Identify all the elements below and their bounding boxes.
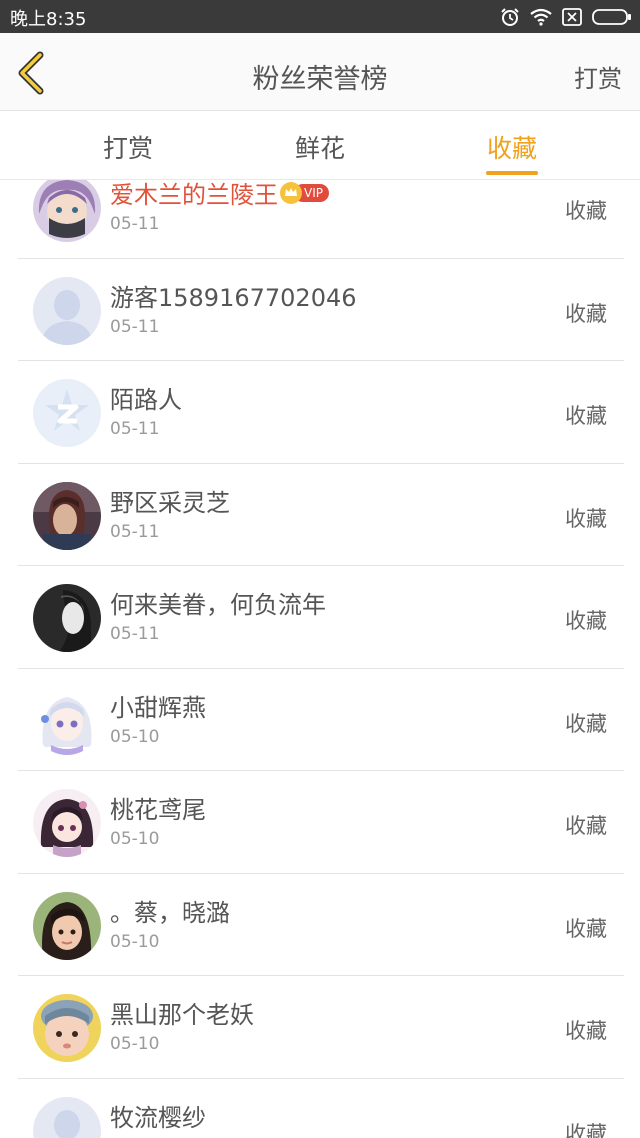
list-item[interactable]: 野区采灵芝 05-11 收藏 xyxy=(0,464,640,566)
list-item-date: 05-10 xyxy=(110,726,160,747)
status-time: 晚上8:35 xyxy=(10,9,87,30)
list-item[interactable]: 黑山那个老妖 05-10 收藏 xyxy=(0,976,640,1079)
avatar[interactable] xyxy=(33,481,101,550)
list-item-action: 收藏 xyxy=(565,609,607,633)
user-name: 。蔡，晓潞 xyxy=(110,898,230,927)
list-item-action: 收藏 xyxy=(565,1019,607,1043)
list-item[interactable]: 陌路人 05-11 收藏 xyxy=(0,361,640,464)
monochrome-portrait-avatar-icon xyxy=(33,584,101,652)
avatar[interactable] xyxy=(33,1096,101,1138)
crown-icon xyxy=(280,182,302,204)
default-user-avatar-icon xyxy=(33,1096,101,1138)
anime-girl-avatar-icon xyxy=(33,686,101,755)
user-name: 游客1589167702046 xyxy=(110,283,357,312)
list-item-action: 收藏 xyxy=(565,1121,607,1138)
list-item[interactable]: 游客1589167702046 05-11 收藏 xyxy=(0,259,640,361)
vip-badge: VIP xyxy=(280,182,329,204)
list-item-date: 05-11 xyxy=(110,419,160,439)
status-icons xyxy=(500,6,632,28)
no-sim-icon xyxy=(562,8,582,26)
nav-bar: 粉丝荣誉榜 打赏 xyxy=(0,33,640,111)
tab-favorites[interactable]: 收藏 xyxy=(487,129,537,165)
list-item-action: 收藏 xyxy=(565,506,607,531)
status-bar: 晚上8:35 xyxy=(0,0,640,33)
list-item-action: 收藏 xyxy=(565,199,607,223)
avatar[interactable] xyxy=(33,789,101,857)
list-item[interactable]: 牧流樱纱 收藏 xyxy=(0,1079,640,1138)
tab-reward[interactable]: 打赏 xyxy=(103,129,153,165)
alarm-icon xyxy=(500,7,520,27)
list-item-action: 收藏 xyxy=(565,814,607,838)
user-name: 何来美眷，何负流年 xyxy=(110,591,326,619)
list-item-action: 收藏 xyxy=(565,711,607,736)
avatar[interactable] xyxy=(33,276,101,345)
avatar[interactable] xyxy=(33,379,101,447)
list-item[interactable]: 。蔡，晓潞 05-10 收藏 xyxy=(0,874,640,976)
qq-logo-avatar-icon xyxy=(33,379,101,447)
page-title: 粉丝荣誉榜 xyxy=(252,64,388,95)
avatar[interactable] xyxy=(33,180,101,242)
user-name-text: 爱木兰的兰陵王 xyxy=(110,181,278,209)
tab-flowers[interactable]: 鲜花 xyxy=(295,129,345,165)
list-item-date: 05-11 xyxy=(110,214,160,234)
purple-hair-masked-avatar-icon xyxy=(33,180,101,242)
list-item-date: 05-11 xyxy=(110,521,160,542)
selfie-avatar-icon xyxy=(33,891,101,960)
user-name: 野区采灵芝 xyxy=(110,488,230,517)
avatar[interactable] xyxy=(33,891,101,960)
game-character-avatar-icon xyxy=(33,481,101,550)
user-name: 牧流樱纱 xyxy=(110,1103,206,1132)
user-name: 黑山那个老妖 xyxy=(110,1001,254,1029)
list-item-date: 05-10 xyxy=(110,829,160,849)
avatar[interactable] xyxy=(33,686,101,755)
avatar[interactable] xyxy=(33,584,101,652)
list-item[interactable]: 小甜辉燕 05-10 收藏 xyxy=(0,669,640,771)
list-item-date: 05-10 xyxy=(110,1034,160,1054)
list-item-action: 收藏 xyxy=(565,404,607,428)
default-user-avatar-icon xyxy=(33,276,101,345)
list-item-date: 05-11 xyxy=(110,624,160,644)
tab-bar: 打赏 鲜花 收藏 xyxy=(0,111,640,180)
list-item-action: 收藏 xyxy=(565,916,607,941)
list-item[interactable]: 桃花鸢尾 05-10 收藏 xyxy=(0,771,640,874)
avatar[interactable] xyxy=(33,994,101,1062)
list-item-date: 05-11 xyxy=(110,316,160,337)
user-name: 桃花鸢尾 xyxy=(110,796,206,824)
active-tab-indicator xyxy=(486,171,538,175)
chibi-girl-avatar-icon xyxy=(33,789,101,857)
list-item-date: 05-10 xyxy=(110,931,160,952)
list-item[interactable]: 爱木兰的兰陵王 VIP 05-11 收藏 xyxy=(0,180,640,259)
baby-photo-avatar-icon xyxy=(33,994,101,1062)
reward-button[interactable]: 打赏 xyxy=(574,59,622,94)
wifi-icon xyxy=(530,8,552,26)
user-name: 爱木兰的兰陵王 VIP xyxy=(110,180,329,210)
list-item-action: 收藏 xyxy=(565,301,607,326)
user-name: 陌路人 xyxy=(110,386,182,414)
fan-list[interactable]: 爱木兰的兰陵王 VIP 05-11 收藏 游客1589167702046 05-1… xyxy=(0,180,640,1138)
list-item[interactable]: 何来美眷，何负流年 05-11 收藏 xyxy=(0,566,640,669)
user-name: 小甜辉燕 xyxy=(110,693,206,722)
battery-icon xyxy=(592,8,632,26)
